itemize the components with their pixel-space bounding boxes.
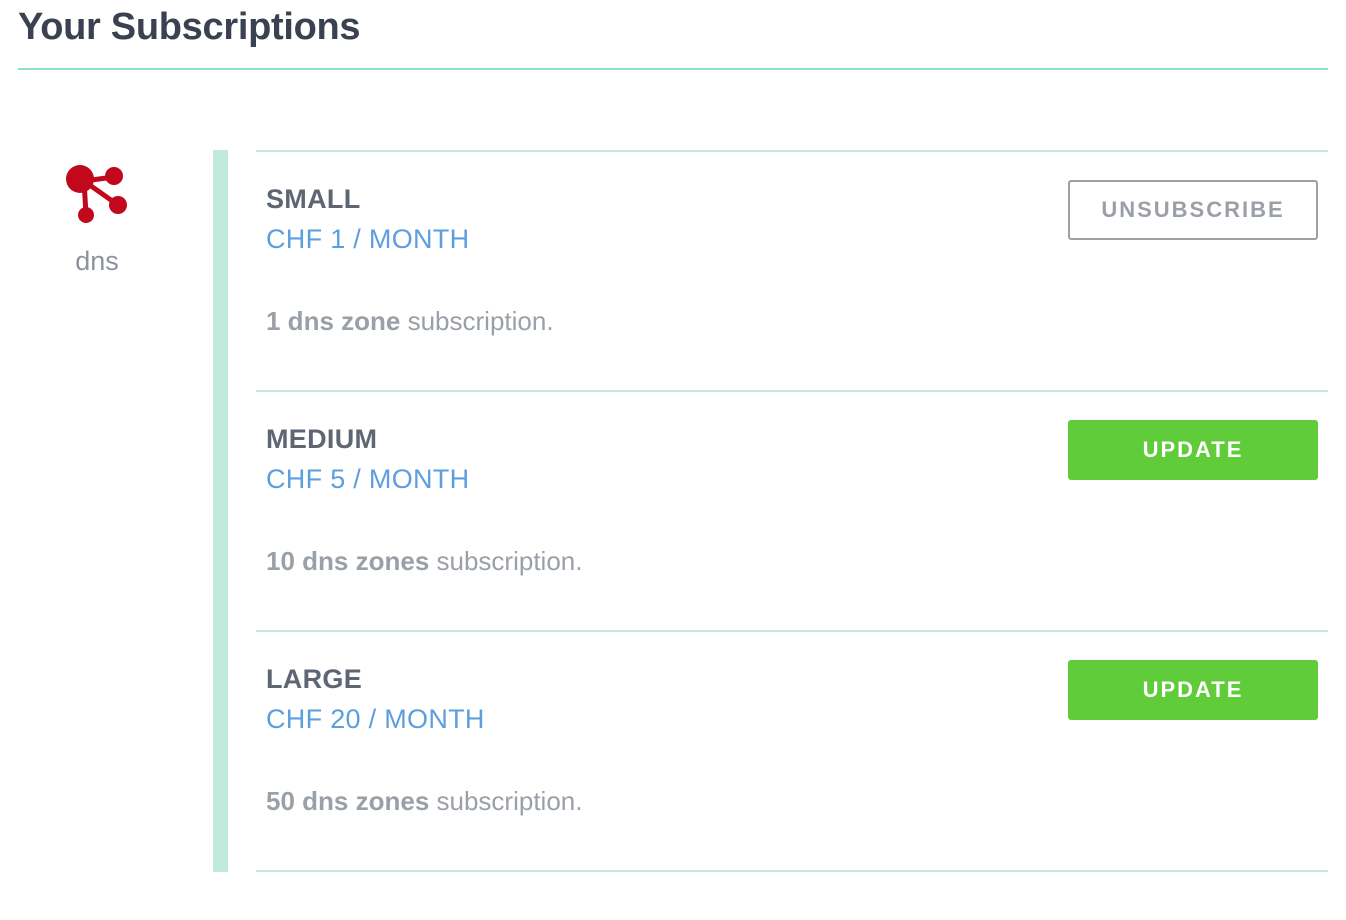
plan-zone-count: 10 dns zones <box>266 546 430 576</box>
plan-description-suffix: subscription. <box>429 786 583 816</box>
plan-name: SMALL <box>266 184 361 214</box>
plan-description-suffix: subscription. <box>429 546 583 576</box>
plan-zone-count: 50 dns zones <box>266 786 430 816</box>
plan-price: CHF 20 / MONTH <box>266 704 485 734</box>
plan-price: CHF 5 / MONTH <box>266 464 470 494</box>
plan-large: LARGE CHF 20 / MONTH 50 dns zones subscr… <box>256 630 1328 872</box>
plan-description: 10 dns zones subscription. <box>266 546 582 577</box>
share-network-icon <box>66 165 127 223</box>
plan-list: SMALL CHF 1 / MONTH 1 dns zone subscript… <box>256 150 1328 872</box>
plan-price: CHF 1 / MONTH <box>266 224 470 254</box>
unsubscribe-button[interactable]: UNSUBSCRIBE <box>1068 180 1318 240</box>
update-medium-button[interactable]: UPDATE <box>1068 420 1318 480</box>
service-summary: dns <box>40 160 154 277</box>
page-title: Your Subscriptions <box>18 6 361 48</box>
service-accent-bar <box>213 150 228 872</box>
plan-description: 50 dns zones subscription. <box>266 786 582 817</box>
plan-small: SMALL CHF 1 / MONTH 1 dns zone subscript… <box>256 150 1328 390</box>
service-name: dns <box>75 246 119 276</box>
plan-description-suffix: subscription. <box>400 306 554 336</box>
plan-description: 1 dns zone subscription. <box>266 306 554 337</box>
plan-name: LARGE <box>266 664 362 694</box>
plan-medium: MEDIUM CHF 5 / MONTH 10 dns zones subscr… <box>256 390 1328 630</box>
subscriptions-page: Your Subscriptions dns SMALL CHF 1 / MON… <box>0 0 1346 920</box>
plan-zone-count: 1 dns zone <box>266 306 401 336</box>
update-large-button[interactable]: UPDATE <box>1068 660 1318 720</box>
title-divider <box>18 68 1328 70</box>
plan-name: MEDIUM <box>266 424 378 454</box>
